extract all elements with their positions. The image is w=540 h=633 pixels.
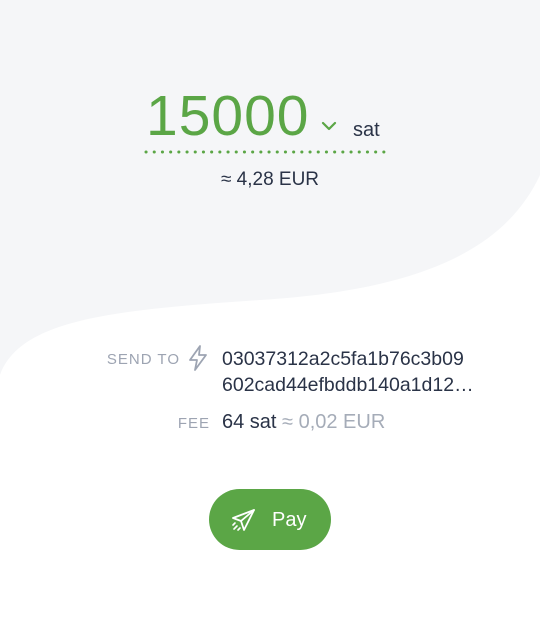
destination-address: 03037312a2c5fa1b76c3b09 602cad44efbddb14… xyxy=(222,346,474,398)
pay-button[interactable]: Pay xyxy=(209,489,331,550)
amount-input[interactable]: 15000 xyxy=(146,86,310,146)
fee-label: FEE xyxy=(177,415,210,432)
address-line-2: 602cad44efbddb140a1d12… xyxy=(222,374,474,396)
address-line-1: 03037312a2c5fa1b76c3b09 xyxy=(222,348,464,370)
fee-value: 64 sat ≈ 0,02 EUR xyxy=(222,409,385,435)
amount-value[interactable]: 15000 xyxy=(146,86,310,146)
fiat-equivalent: ≈ 4,28 EUR xyxy=(220,169,320,190)
amount-underline xyxy=(144,150,392,154)
send-to-label: SEND TO xyxy=(106,351,180,368)
fee-fiat-approx: ≈ 0,02 EUR xyxy=(276,411,386,433)
pay-button-label: Pay xyxy=(272,509,307,531)
chevron-down-icon[interactable] xyxy=(318,118,340,134)
lightning-bolt-icon xyxy=(189,345,207,371)
paper-plane-icon xyxy=(232,509,255,531)
unit-selector[interactable]: sat xyxy=(353,118,380,142)
payment-screen: 15000 sat ≈ 4,28 EUR SEND TO 03037312a2c… xyxy=(0,0,540,633)
fee-amount: 64 sat xyxy=(222,411,277,433)
